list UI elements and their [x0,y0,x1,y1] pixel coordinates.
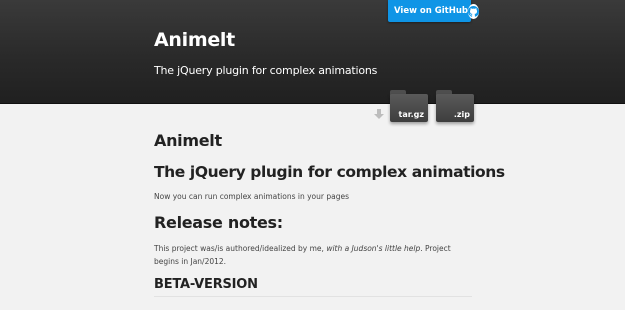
beta-version-heading: BETA-VERSION [154,277,258,292]
release-notes-heading: Release notes: [154,213,283,232]
download-zip-label: .zip [453,110,470,119]
content-heading: Animelt [154,131,222,150]
github-octocat-icon [467,3,479,19]
section-divider [154,296,472,297]
notes-text-start: This project was/is authored/idealized b… [154,244,327,253]
release-notes-paragraph: This project was/is authored/idealized b… [154,243,454,268]
view-on-github-button[interactable]: View on GitHub [388,0,479,22]
download-tar-gz-label: tar.gz [398,110,424,119]
github-button-label: View on GitHub [394,6,468,16]
download-zip-button[interactable]: .zip [436,90,474,122]
content-subheading: The jQuery plugin for complex animations [154,163,505,181]
notes-emphasis: with a Judson's little help [326,244,421,253]
download-arrow-icon [374,109,384,119]
download-tar-gz-button[interactable]: tar.gz [390,90,428,122]
lead-paragraph: Now you can run complex animations in yo… [154,192,349,201]
site-tagline: The jQuery plugin for complex animations [154,64,378,77]
site-title: Animelt [154,29,235,51]
page-header: View on GitHub Animelt The jQuery plugin… [0,0,625,104]
